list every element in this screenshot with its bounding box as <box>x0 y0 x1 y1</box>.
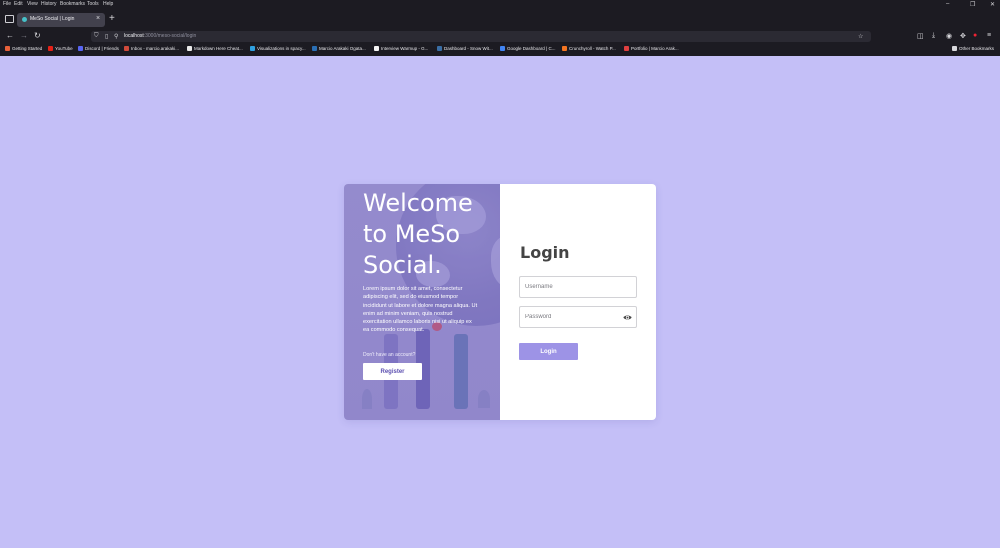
bookmark-favicon-icon <box>187 46 192 51</box>
minimize-icon[interactable]: – <box>946 1 949 7</box>
nav-bar: ← → ↻ ⛉ ▯ ⚲ localhost:3000/meso-social/l… <box>0 30 1000 43</box>
bookmark-item[interactable]: Crunchyroll - Watch P... <box>562 46 616 51</box>
other-bookmarks[interactable]: Other Bookmarks <box>952 46 994 51</box>
tab-bar: MeSo Social | Login × + <box>0 11 1000 29</box>
leaf-illustration <box>478 390 490 408</box>
menu-bar: File Edit View History Bookmarks Tools H… <box>0 0 1000 9</box>
extensions-icon[interactable]: ✥ <box>960 32 966 40</box>
tab-meso-login[interactable]: MeSo Social | Login × <box>17 13 105 27</box>
app-menu-icon[interactable]: ≡ <box>987 32 991 39</box>
leaf-illustration <box>362 389 372 409</box>
bookmarks-toolbar: Getting Started YouTube Discord | Friend… <box>0 44 1000 55</box>
shield-icon[interactable]: ⛉ <box>94 33 99 40</box>
welcome-heading: Welcome to MeSo Social. <box>363 189 473 279</box>
folder-icon <box>952 46 957 51</box>
bookmark-item[interactable]: Interview Warmup - G... <box>374 46 428 51</box>
new-tab-icon[interactable]: + <box>109 13 115 24</box>
menu-view[interactable]: View <box>27 1 38 7</box>
close-window-icon[interactable]: ✕ <box>990 1 995 8</box>
bookmark-favicon-icon <box>5 46 10 51</box>
favicon-icon <box>22 17 27 22</box>
bookmark-favicon-icon <box>48 46 53 51</box>
menu-help[interactable]: Help <box>103 1 113 7</box>
tab-close-icon[interactable]: × <box>96 15 100 22</box>
permissions-icon[interactable]: ⚲ <box>114 33 118 40</box>
bookmark-favicon-icon <box>124 46 129 51</box>
register-button[interactable]: Register <box>363 363 422 380</box>
bookmark-item[interactable]: Marcio Arakaki Ogata... <box>312 46 366 51</box>
download-icon[interactable]: ⤓ <box>932 32 935 40</box>
bookmark-favicon-icon <box>624 46 629 51</box>
forward-icon[interactable]: → <box>20 31 28 40</box>
address-bar[interactable]: ⛉ ▯ ⚲ localhost:3000/meso-social/login ☆ <box>91 31 871 42</box>
browser-chrome: File Edit View History Bookmarks Tools H… <box>0 0 1000 56</box>
bookmark-item[interactable]: Getting Started <box>5 46 42 51</box>
back-icon[interactable]: ← <box>6 31 14 40</box>
password-input[interactable] <box>525 312 621 322</box>
bookmark-item[interactable]: Google Dashboard | C... <box>500 46 555 51</box>
bookmark-item[interactable]: Inbox - marcio.arakaki... <box>124 46 179 51</box>
bookmark-item[interactable]: Markdown Here Cheat... <box>187 46 243 51</box>
login-button[interactable]: Login <box>519 343 578 360</box>
eye-icon[interactable] <box>623 313 632 322</box>
bookmark-item[interactable]: Visualizations in spacy... <box>250 46 306 51</box>
bookmark-favicon-icon <box>78 46 83 51</box>
password-field[interactable] <box>519 306 637 328</box>
tab-title: MeSo Social | Login <box>30 16 75 22</box>
welcome-panel: Welcome to MeSo Social. Lorem ipsum dolo… <box>344 184 500 420</box>
bookmark-favicon-icon <box>437 46 442 51</box>
no-account-text: Don't have an account? <box>363 352 416 358</box>
login-title: Login <box>520 243 570 262</box>
menu-history[interactable]: History <box>41 1 57 7</box>
login-card: Welcome to MeSo Social. Lorem ipsum dolo… <box>344 184 656 420</box>
page-info-icon[interactable]: ▯ <box>105 33 108 40</box>
bookmark-star-icon[interactable]: ☆ <box>858 33 863 40</box>
bookmark-item[interactable]: Discord | Friends <box>78 46 119 51</box>
bookmark-item[interactable]: Dashboard - Snow Wit... <box>437 46 493 51</box>
url-text: localhost:3000/meso-social/login <box>124 33 197 39</box>
bookmark-favicon-icon <box>250 46 255 51</box>
menu-bookmarks[interactable]: Bookmarks <box>60 1 85 7</box>
menu-tools[interactable]: Tools <box>87 1 99 7</box>
bookmark-item[interactable]: Portfolio | Marcio Arak... <box>624 46 679 51</box>
restore-icon[interactable]: ❐ <box>970 1 975 8</box>
bookmark-favicon-icon <box>562 46 567 51</box>
person-illustration <box>454 334 468 409</box>
bookmark-item[interactable]: YouTube <box>48 46 73 51</box>
welcome-description: Lorem ipsum dolor sit amet, consectetur … <box>363 286 478 334</box>
menu-edit[interactable]: Edit <box>14 1 23 7</box>
tab-list-icon[interactable] <box>5 15 14 23</box>
pocket-icon[interactable]: ◫ <box>917 32 924 40</box>
reload-icon[interactable]: ↻ <box>34 31 41 40</box>
username-field[interactable] <box>519 276 637 298</box>
bookmark-favicon-icon <box>312 46 317 51</box>
extension-badge-icon[interactable]: ● <box>973 32 977 39</box>
account-icon[interactable]: ◉ <box>946 32 952 40</box>
menu-file[interactable]: File <box>3 1 11 7</box>
bookmark-favicon-icon <box>500 46 505 51</box>
login-panel: Login I Login <box>500 184 656 420</box>
bookmark-favicon-icon <box>374 46 379 51</box>
username-input[interactable] <box>525 282 621 292</box>
